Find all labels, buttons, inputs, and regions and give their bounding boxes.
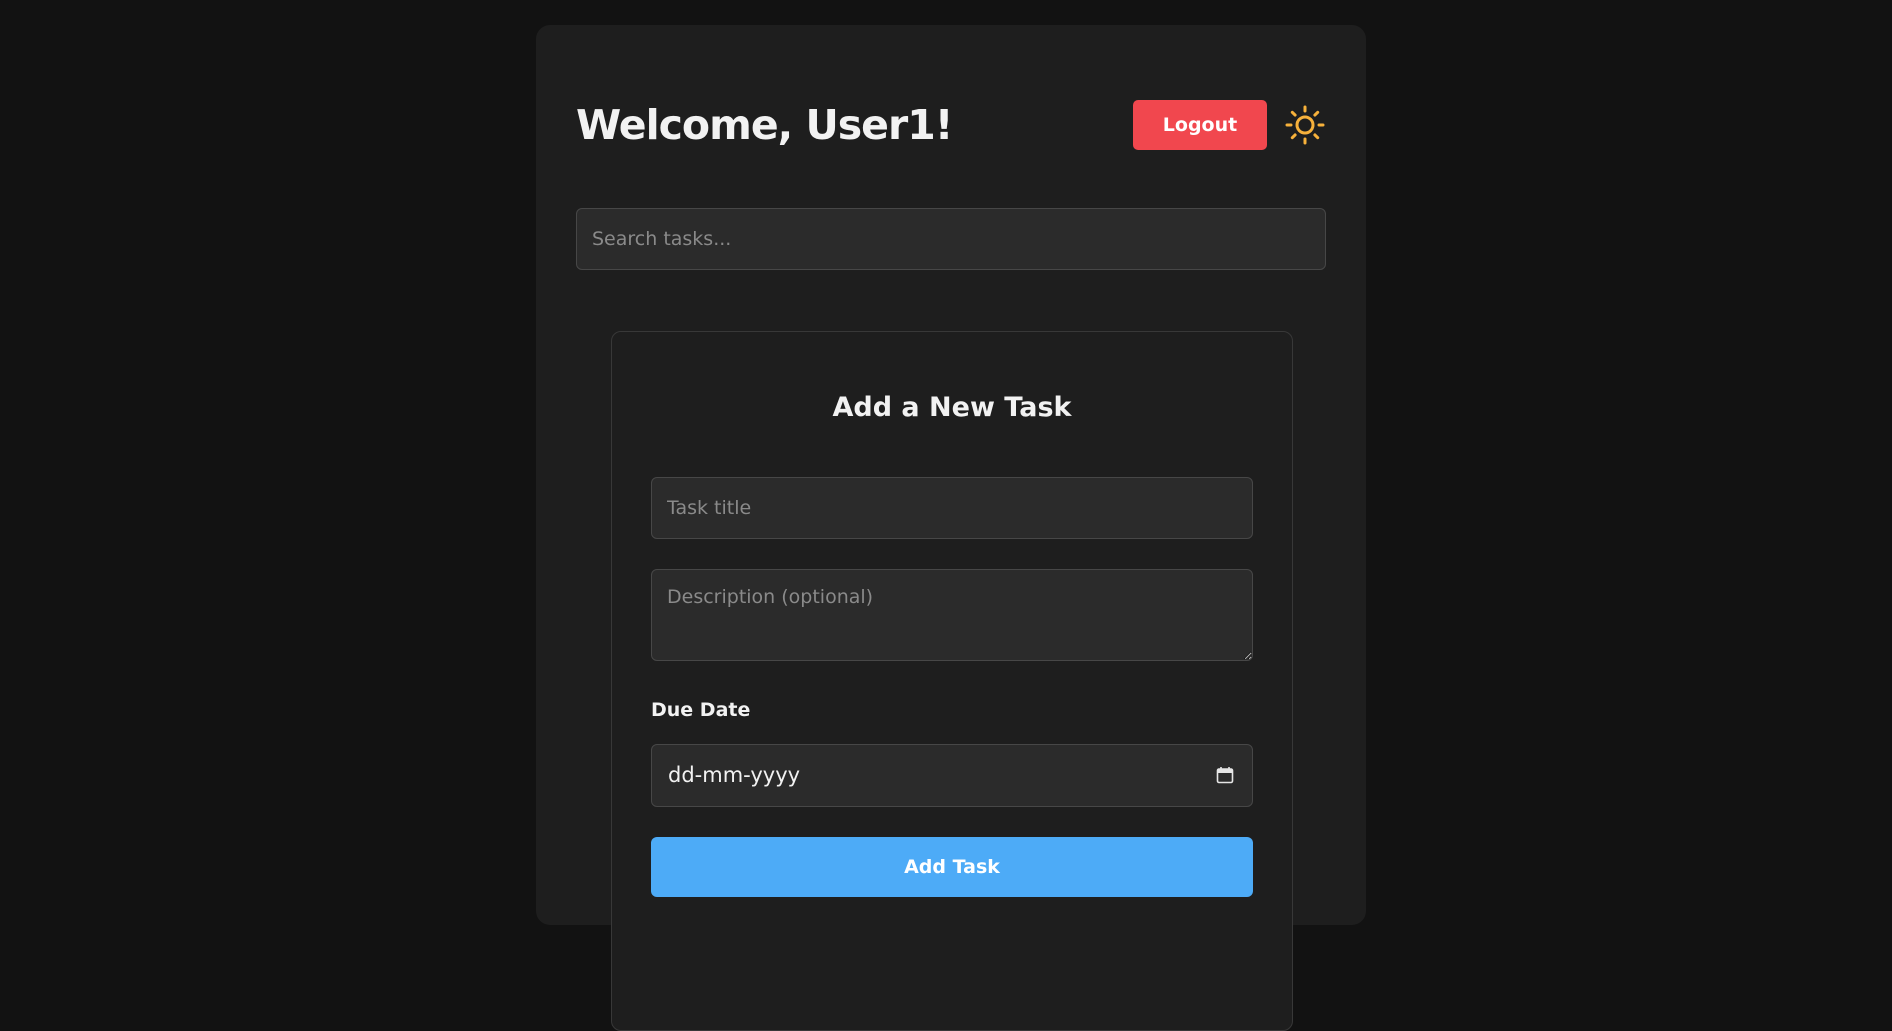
due-date-value: dd-mm-yyyy <box>668 763 801 787</box>
form-title: Add a New Task <box>832 392 1072 423</box>
welcome-heading: Welcome, User1! <box>576 101 953 149</box>
due-date-label: Due Date <box>651 699 751 721</box>
due-date-input[interactable]: dd-mm-yyyy <box>651 744 1253 807</box>
search-input[interactable] <box>576 208 1326 270</box>
task-title-input[interactable] <box>651 477 1253 539</box>
app-card: Welcome, User1! Logout Add a New Task <box>536 25 1366 1031</box>
add-task-button[interactable]: Add Task <box>651 837 1253 897</box>
header: Welcome, User1! Logout <box>576 97 1326 153</box>
sun-icon <box>1285 105 1325 145</box>
logout-button[interactable]: Logout <box>1133 100 1267 150</box>
theme-toggle-button[interactable] <box>1284 104 1326 146</box>
add-task-form: Add a New Task Due Date dd-mm-yyyy Add T… <box>611 331 1293 1031</box>
calendar-icon[interactable] <box>1216 766 1234 784</box>
task-description-input[interactable] <box>651 569 1253 661</box>
